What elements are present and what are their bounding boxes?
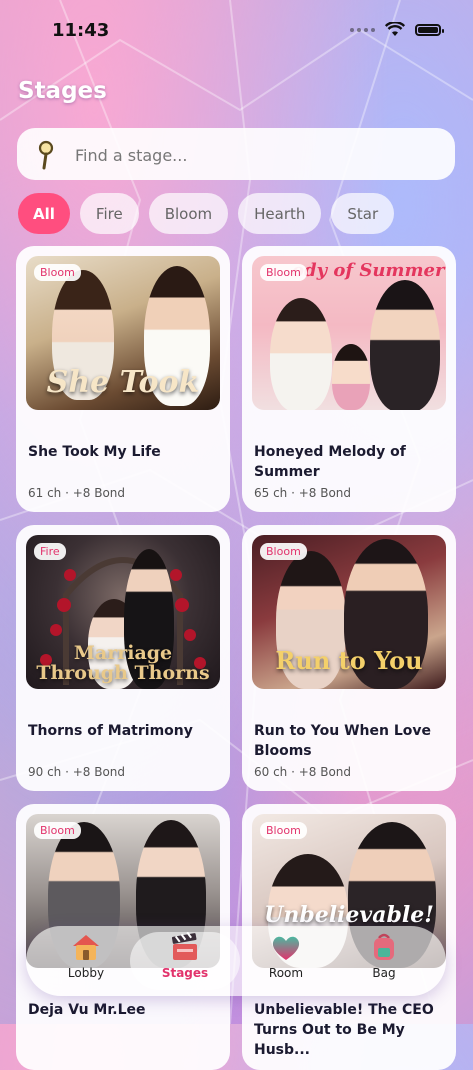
stage-title: She Took My Life — [28, 444, 161, 460]
tab-stages[interactable]: Stages — [130, 932, 240, 990]
stage-card[interactable]: ody of Summer Bloom Honeyed Melody of Su… — [242, 246, 456, 512]
tab-label: Bag — [372, 966, 396, 980]
stage-card[interactable]: Bloom She Took She Took My Life 61 ch · … — [16, 246, 230, 512]
genre-tag: Bloom — [260, 822, 307, 839]
stage-cover: ody of Summer Bloom — [252, 256, 446, 410]
stage-title: Thorns of Matrimony — [28, 723, 193, 739]
stage-meta: 65 ch · +8 Bond — [254, 486, 352, 500]
cover-title-art: She Took — [46, 365, 200, 400]
stage-cover: Fire Marriage Through Thorns — [26, 535, 220, 689]
stage-card[interactable]: Fire Marriage Through Thorns Thorns of M… — [16, 525, 230, 791]
stage-title: Honeyed Melody of Summer — [254, 444, 406, 480]
status-time: 11:43 — [52, 20, 110, 41]
tab-label: Stages — [161, 966, 209, 980]
cover-title-art: Unbelievable! — [264, 902, 434, 928]
stage-title: Run to You When Love Blooms — [254, 723, 431, 759]
genre-tag: Bloom — [260, 543, 307, 560]
filter-chips: All Fire Bloom Hearth Star — [18, 193, 395, 234]
filter-chip-hearth[interactable]: Hearth — [238, 193, 322, 234]
bottom-tab-bar: Lobby Stages Room Bag — [26, 926, 446, 996]
tab-label: Lobby — [67, 966, 105, 980]
search-bar[interactable] — [17, 128, 455, 180]
signal-icon — [350, 27, 375, 32]
stage-title: Unbelievable! The CEO Turns Out to Be My… — [254, 1002, 434, 1058]
tab-label: Room — [268, 966, 304, 980]
house-icon — [73, 935, 99, 960]
heart-icon — [272, 936, 300, 960]
filter-chip-star[interactable]: Star — [331, 193, 395, 234]
stage-cover: Bloom Run to You — [252, 535, 446, 689]
stage-cover: Bloom She Took — [26, 256, 220, 410]
battery-icon — [415, 23, 444, 36]
clapperboard-icon — [171, 932, 197, 960]
filter-chip-all[interactable]: All — [18, 193, 70, 234]
wifi-icon — [385, 22, 405, 36]
tab-bag[interactable]: Bag — [342, 932, 426, 990]
magnifier-icon — [38, 140, 54, 170]
stage-card[interactable]: Bloom Run to You Run to You When Love Bl… — [242, 525, 456, 791]
tab-room[interactable]: Room — [244, 932, 328, 990]
genre-tag: Bloom — [260, 264, 307, 281]
status-icons — [350, 22, 444, 37]
stage-meta: 60 ch · +8 Bond — [254, 765, 352, 779]
cover-title-art: ody of Summer — [292, 260, 445, 281]
genre-tag: Bloom — [34, 264, 81, 281]
status-bar: 11:43 — [0, 0, 473, 60]
page-title: Stages — [18, 78, 107, 104]
cover-title-art: Run to You — [275, 646, 423, 675]
search-input[interactable] — [73, 140, 437, 170]
genre-tag: Bloom — [34, 822, 81, 839]
tab-lobby[interactable]: Lobby — [44, 932, 128, 990]
filter-chip-bloom[interactable]: Bloom — [148, 193, 229, 234]
stage-meta: 61 ch · +8 Bond — [28, 486, 126, 500]
stage-meta: 90 ch · +8 Bond — [28, 765, 126, 779]
filter-chip-fire[interactable]: Fire — [79, 193, 139, 234]
cover-title-art: Marriage Through Thorns — [36, 642, 210, 684]
genre-tag: Fire — [34, 543, 66, 560]
backpack-icon — [374, 933, 394, 960]
stage-title: Deja Vu Mr.Lee — [28, 1002, 146, 1018]
